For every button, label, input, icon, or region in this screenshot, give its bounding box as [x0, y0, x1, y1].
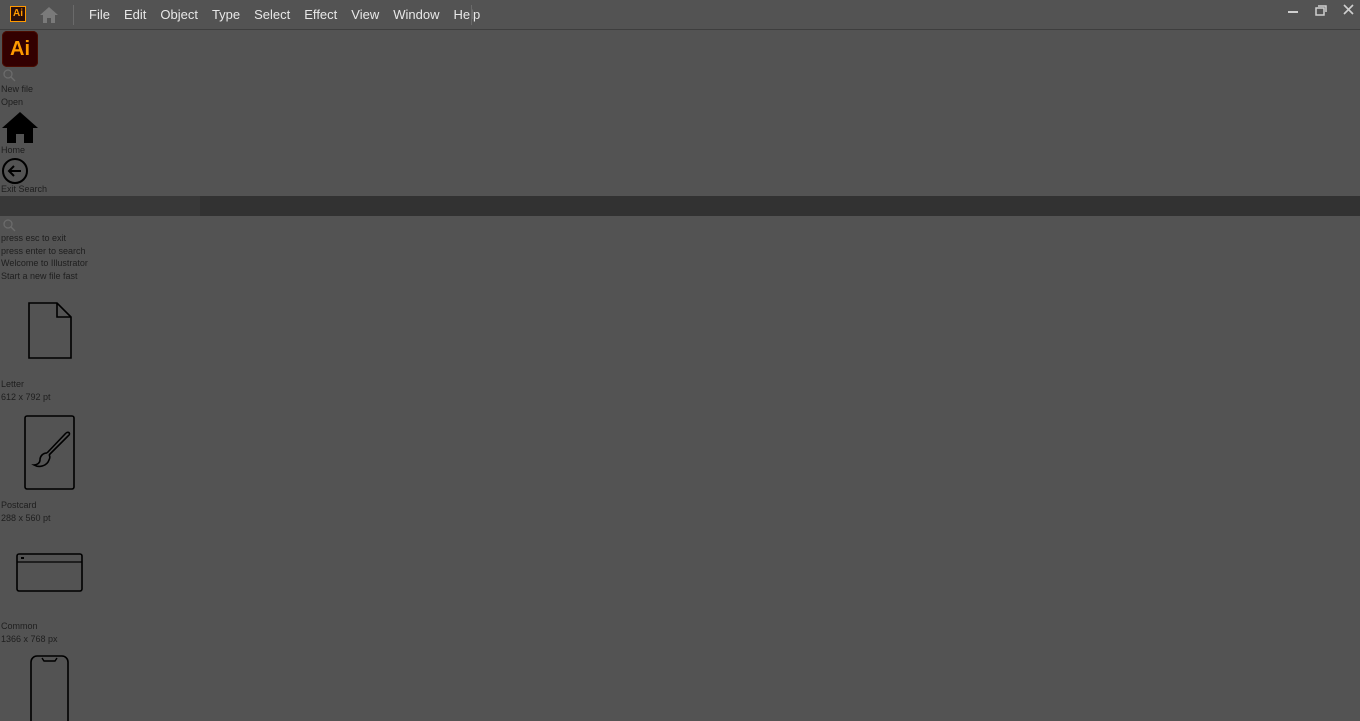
search-input[interactable]: [0, 196, 200, 216]
back-arrow-icon[interactable]: [1, 157, 29, 185]
welcome-subtitle: Start a new file fast: [1, 271, 78, 281]
search-bar: [0, 196, 1360, 216]
app-icon: Ai: [10, 6, 26, 22]
home-icon[interactable]: [38, 5, 60, 25]
restore-icon: [1315, 5, 1327, 16]
close-icon: [1343, 4, 1354, 15]
divider: [471, 5, 472, 25]
close-button[interactable]: [1335, 0, 1360, 22]
menu-window[interactable]: Window: [386, 1, 446, 29]
search-icon: [3, 219, 16, 232]
illustrator-logo: Ai: [2, 31, 38, 67]
minimize-button[interactable]: [1279, 0, 1307, 22]
menu-select[interactable]: Select: [247, 1, 297, 29]
search-hint-exit: press esc to exit: [1, 233, 67, 243]
title-bar: Ai File Edit Object Type Select Effect V…: [0, 0, 1360, 30]
preset-size: 288 x 560 pt: [1, 513, 51, 523]
divider: [73, 5, 74, 25]
menu-effect[interactable]: Effect: [297, 1, 344, 29]
preset-size: 612 x 792 pt: [1, 392, 51, 402]
preset-name[interactable]: Postcard: [1, 500, 37, 511]
document-icon[interactable]: [26, 302, 74, 360]
preset-size: 1366 x 768 px: [1, 634, 58, 644]
brush-document-icon[interactable]: [23, 415, 77, 491]
search-icon[interactable]: [2, 68, 16, 82]
exit-search-link[interactable]: Exit Search: [1, 184, 47, 195]
menu-file[interactable]: File: [82, 1, 117, 29]
restore-button[interactable]: [1307, 0, 1335, 22]
open-link[interactable]: Open: [1, 97, 23, 108]
search-hint-enter: press enter to search: [1, 246, 86, 256]
new-file-link[interactable]: New file: [1, 84, 33, 95]
menu-bar: File Edit Object Type Select Effect View…: [82, 0, 487, 30]
menu-edit[interactable]: Edit: [117, 1, 153, 29]
menu-type[interactable]: Type: [205, 1, 247, 29]
browser-window-icon[interactable]: [16, 553, 84, 593]
menu-help[interactable]: Help: [446, 1, 487, 29]
home-icon[interactable]: [1, 111, 39, 144]
welcome-title: Welcome to Illustrator: [1, 258, 88, 268]
preset-name[interactable]: Common: [1, 621, 38, 632]
menu-object[interactable]: Object: [153, 1, 205, 29]
menu-view[interactable]: View: [344, 1, 386, 29]
mobile-phone-icon[interactable]: [29, 655, 71, 721]
minimize-icon: [1288, 11, 1298, 13]
home-link[interactable]: Home: [1, 145, 25, 156]
preset-name[interactable]: Letter: [1, 379, 24, 390]
